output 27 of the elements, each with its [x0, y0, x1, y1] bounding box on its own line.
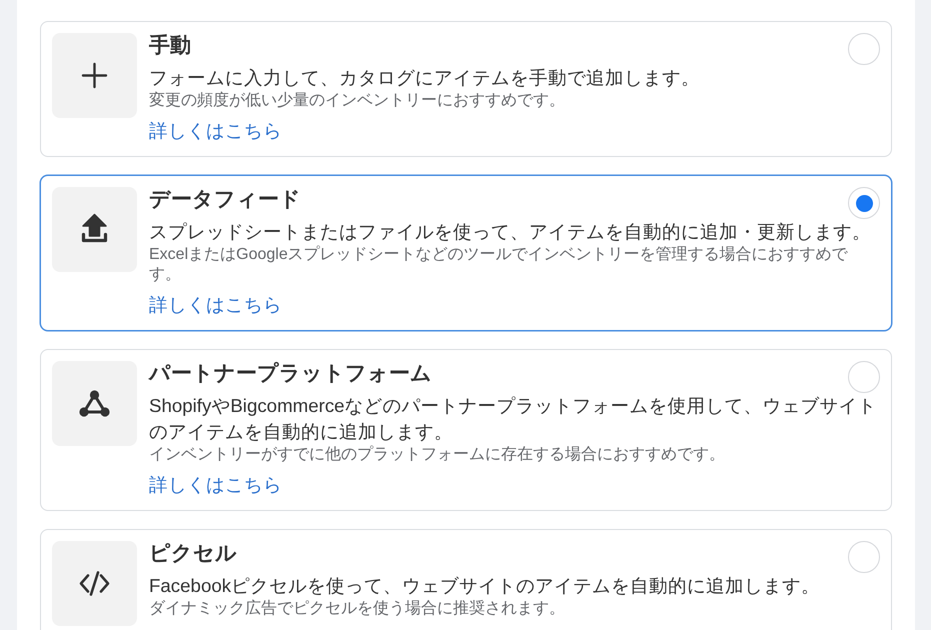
option-card[interactable]: データフィード スプレッドシートまたはファイルを使って、アイテムを自動的に追加・更新します。 ExcelまたはGoogleスプレッドシートなどのツールでインベントリーを管理する場合におすすめです。 詳しくはこちら — [40, 175, 892, 331]
connected-dots-icon — [52, 361, 137, 446]
option-card[interactable]: パートナープラットフォーム ShopifyやBigcommerceなどのパートナープラットフォームを使用して、ウェブサイトのアイテムを自動的に追加します。 インベントリーがすでに他のプラットフォームに存在する場合におすすめです。 詳しくはこちら — [40, 349, 892, 511]
option-hint: ExcelまたはGoogleスプレッドシートなどのツールでインベントリーを管理する場合におすすめです。 — [149, 245, 849, 285]
option-title: 手動 — [149, 33, 192, 59]
option-description: フォームに入力して、カタログにアイテムを手動で追加します。 — [149, 66, 701, 90]
upload-icon — [52, 187, 137, 272]
option-title: ピクセル — [149, 541, 238, 567]
option-description: Facebookピクセルを使って、ウェブサイトのアイテムを自動的に追加します。 — [149, 574, 822, 598]
learn-more-link[interactable]: 詳しくはこちら — [149, 472, 282, 498]
option-hint: 変更の頻度が低い少量のインベントリーにおすすめです。 — [149, 91, 566, 111]
learn-more-link[interactable]: 詳しくはこちら — [149, 118, 282, 144]
radio-button[interactable] — [848, 361, 880, 393]
radio-button[interactable] — [848, 541, 880, 573]
option-hint: ダイナミック広告でピクセルを使う場合に推奨されます。 — [149, 599, 566, 619]
option-description: スプレッドシートまたはファイルを使って、アイテムを自動的に追加・更新します。 — [149, 220, 872, 244]
learn-more-link[interactable]: 詳しくはこちら — [149, 292, 282, 318]
option-title: パートナープラットフォーム — [149, 361, 433, 387]
radio-button[interactable] — [848, 187, 880, 219]
radio-button[interactable] — [848, 33, 880, 65]
option-card[interactable]: ピクセル Facebookピクセルを使って、ウェブサイトのアイテムを自動的に追加します。 ダイナミック広告でピクセルを使う場合に推奨されます。 — [40, 529, 892, 630]
option-hint: インベントリーがすでに他のプラットフォームに存在する場合におすすめです。 — [149, 445, 726, 465]
option-title: データフィード — [149, 187, 302, 213]
code-icon — [52, 541, 137, 626]
plus-icon — [52, 33, 137, 118]
option-card[interactable]: 手動 フォームに入力して、カタログにアイテムを手動で追加します。 変更の頻度が低い少量のインベントリーにおすすめです。 詳しくはこちら — [40, 21, 892, 157]
option-description: ShopifyやBigcommerceなどのパートナープラットフォームを使用して、ウェブサイトのアイテムを自動的に追加します。 — [149, 394, 878, 444]
